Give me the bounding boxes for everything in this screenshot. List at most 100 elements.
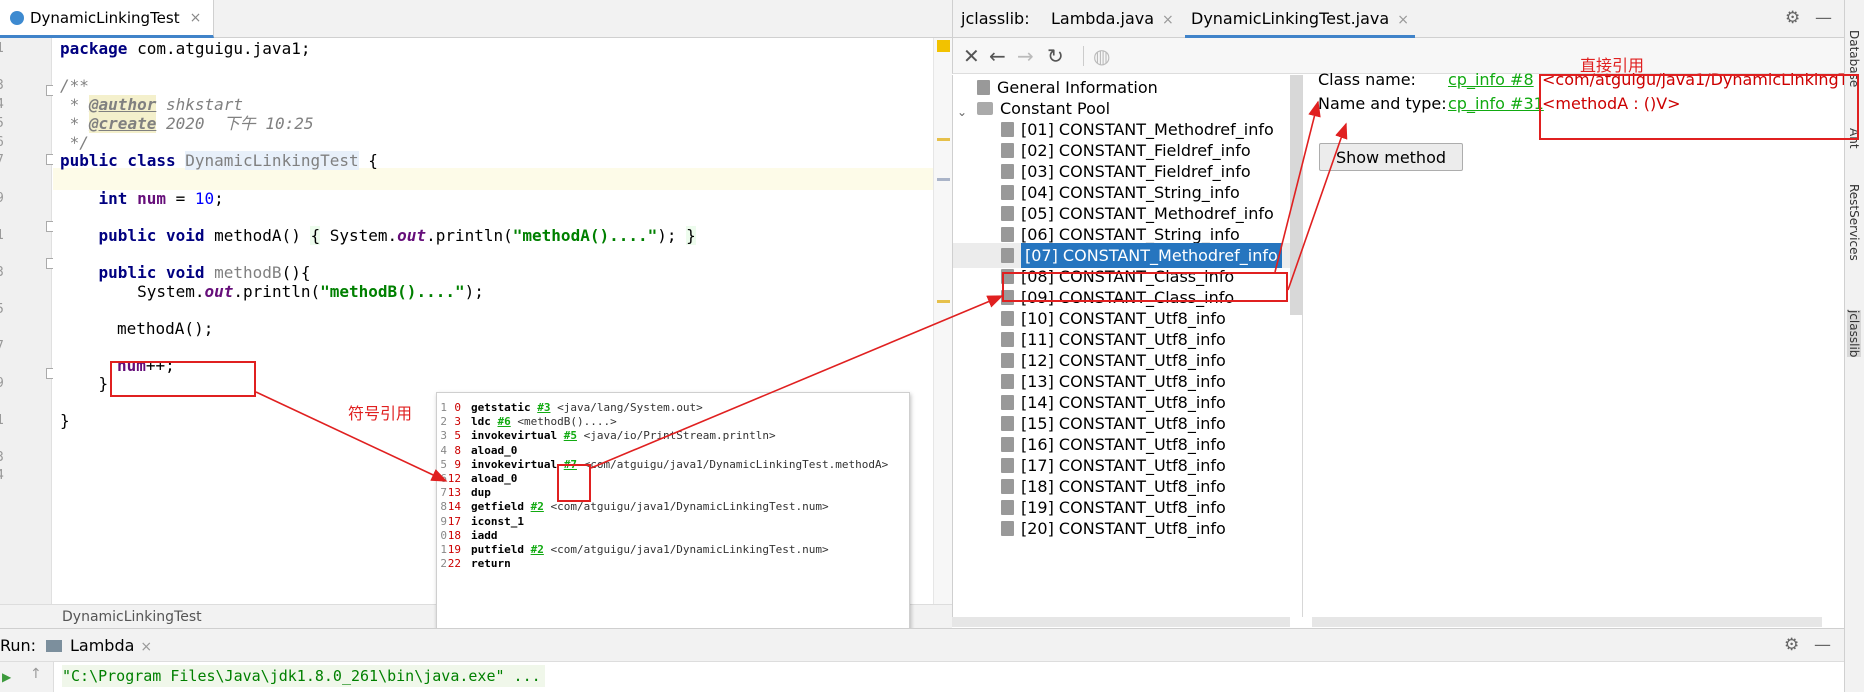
opcode-text: invokevirtual [471, 429, 564, 443]
bytecode-comment: <java/lang/System.out> [550, 401, 703, 414]
inspection-status-icon[interactable] [937, 40, 950, 52]
page-icon [1001, 311, 1014, 326]
opcode-text: ldc [471, 415, 498, 429]
globe-icon[interactable]: ◍ [1093, 44, 1110, 68]
annotation-box-detail-values [1539, 74, 1859, 140]
opcode-text: invokevirtual [471, 457, 564, 471]
constant-pool-ref-link[interactable]: #2 [531, 543, 544, 556]
code-line-close-method: } [60, 374, 109, 393]
run-config-icon [46, 640, 62, 652]
bytecode-comment: <java/io/PrintStream.println> [576, 429, 776, 443]
tab-label: DynamicLinkingTest.java [1191, 9, 1390, 28]
code-line-method-b-println: System.out.println("methodB()...."); [60, 282, 484, 301]
class-name-link[interactable]: cp_info #8 [1448, 69, 1534, 91]
forward-arrow-icon[interactable]: → [1017, 44, 1034, 68]
name-and-type-label: Name and type: [1318, 94, 1447, 113]
stripe-marker[interactable] [937, 138, 950, 141]
page-icon [1001, 479, 1014, 494]
stripe-marker[interactable] [937, 300, 950, 303]
opcode-text: getstatic [471, 401, 538, 414]
editor-tab-label: DynamicLinkingTest [30, 8, 180, 27]
line-number: 1 [0, 38, 4, 60]
line-number: 4 [0, 465, 4, 487]
code-line-doc-create: * @create 2020 下午 10:25 [60, 114, 314, 133]
show-method-button[interactable]: Show method [1319, 143, 1463, 171]
bytecode-comment: <com/atguigu/java1/DynamicLinkingTest.nu… [543, 500, 829, 514]
back-arrow-icon[interactable]: ← [989, 44, 1006, 68]
page-icon [1001, 416, 1014, 431]
gear-icon[interactable]: ⚙ [1785, 8, 1800, 28]
bytecode-comment: <com/atguigu/java1/DynamicLinkingTest.me… [576, 457, 889, 471]
tab-lambda-java[interactable]: Lambda.java × [1045, 0, 1180, 38]
line-number: 7 [0, 336, 4, 358]
close-icon[interactable]: × [190, 10, 202, 26]
stripe-marker[interactable] [937, 178, 950, 181]
line-number: 5 [0, 299, 4, 321]
toolbar-divider [1083, 46, 1084, 66]
opcode-text: return [471, 557, 511, 571]
line-number: 7 [0, 150, 4, 172]
folder-icon [977, 102, 993, 115]
opcode-text: aload_0 [471, 472, 518, 485]
bytecode-comment: <methodB()....> [510, 415, 617, 429]
run-console-gutter: ▶ ↑ [0, 662, 54, 692]
run-tab-lambda[interactable]: Lambda × [46, 629, 158, 664]
opcode-text: putfield [471, 543, 531, 556]
line-number: 1 [0, 410, 4, 432]
code-line-call-method-a: methodA(); [117, 319, 214, 338]
tree-scrollbar[interactable] [1290, 75, 1302, 315]
page-icon [1001, 353, 1014, 368]
name-and-type-link[interactable]: cp_info #31 [1448, 93, 1544, 115]
tree-item-constant[interactable]: [20] CONSTANT_Utf8_info [1001, 516, 1226, 541]
page-icon [1001, 458, 1014, 473]
java-class-icon [10, 10, 24, 25]
line-number: 1 [0, 225, 4, 247]
page-icon [1001, 395, 1014, 410]
close-icon[interactable]: × [140, 639, 152, 655]
tab-label: Lambda.java [1051, 9, 1155, 28]
bytecode-comment: <com/atguigu/java1/DynamicLinkingTest.nu… [543, 543, 829, 556]
bytecode-offset: 22 [447, 557, 461, 571]
gear-icon[interactable]: ⚙ [1784, 635, 1799, 655]
editor-tab-bar: DynamicLinkingTest × [0, 0, 952, 38]
play-icon[interactable]: ▶ [2, 670, 11, 684]
close-icon[interactable]: ✕ [963, 44, 980, 68]
chevron-down-icon[interactable]: ⌄ [957, 105, 967, 119]
bytecode-instruction: 2 22 return [437, 555, 909, 572]
page-icon [1001, 332, 1014, 347]
page-icon [977, 80, 990, 95]
constant-pool-ref-link[interactable]: #5 [564, 429, 577, 442]
run-console[interactable]: ▶ ↑ "C:\Program Files\Java\jdk1.8.0_261\… [0, 662, 1844, 692]
line-number: 3 [0, 262, 4, 284]
page-icon [1001, 122, 1014, 137]
constant-pool-ref-link[interactable]: #2 [531, 500, 544, 513]
detail-horizontal-scrollbar[interactable] [1312, 617, 1822, 627]
tool-window-jclasslib[interactable]: jclasslib [1847, 310, 1861, 358]
page-icon [1001, 500, 1014, 515]
constant-pool-ref-link[interactable]: #6 [498, 415, 511, 428]
class-name-label: Class name: [1318, 70, 1416, 89]
bytecode-panel: 1 0 getstatic #3 <java/lang/System.out> 2 3 l… [436, 392, 910, 634]
tree-horizontal-scrollbar[interactable] [952, 617, 1290, 627]
minimize-icon[interactable]: — [1814, 635, 1831, 655]
annotation-direct-reference: 直接引用 [1580, 56, 1645, 75]
refresh-icon[interactable]: ↻ [1047, 44, 1064, 68]
code-line-class-decl: public class DynamicLinkingTest { [60, 151, 378, 170]
opcode-text: aload_0 [471, 443, 518, 457]
opcode-text: iconst_1 [471, 514, 524, 528]
tool-window-restservices[interactable]: RestServices [1847, 184, 1861, 261]
page-icon [1001, 437, 1014, 452]
line-number-gutter: 1 3 4 5 6 7 9 1 3 5 7 9 1 3 4 [0, 38, 57, 604]
close-icon[interactable]: × [1162, 12, 1174, 28]
page-icon [1001, 521, 1014, 536]
close-icon[interactable]: × [1397, 12, 1409, 28]
editor-error-stripe[interactable] [933, 38, 952, 604]
constant-pool-ref-link[interactable]: #3 [537, 401, 550, 414]
editor-tab-dynamiclinkingtest[interactable]: DynamicLinkingTest × [0, 0, 215, 38]
bytecode-opcode: return [471, 555, 511, 572]
constant-pool-tree[interactable]: General Information ⌄ Constant Pool [01]… [952, 75, 1290, 617]
minimize-icon[interactable]: — [1815, 8, 1832, 28]
annotation-box-selected-entry [1002, 272, 1288, 302]
tab-dynamiclinkingtest-java[interactable]: DynamicLinkingTest.java × [1185, 0, 1415, 38]
arrow-up-icon[interactable]: ↑ [30, 666, 42, 682]
